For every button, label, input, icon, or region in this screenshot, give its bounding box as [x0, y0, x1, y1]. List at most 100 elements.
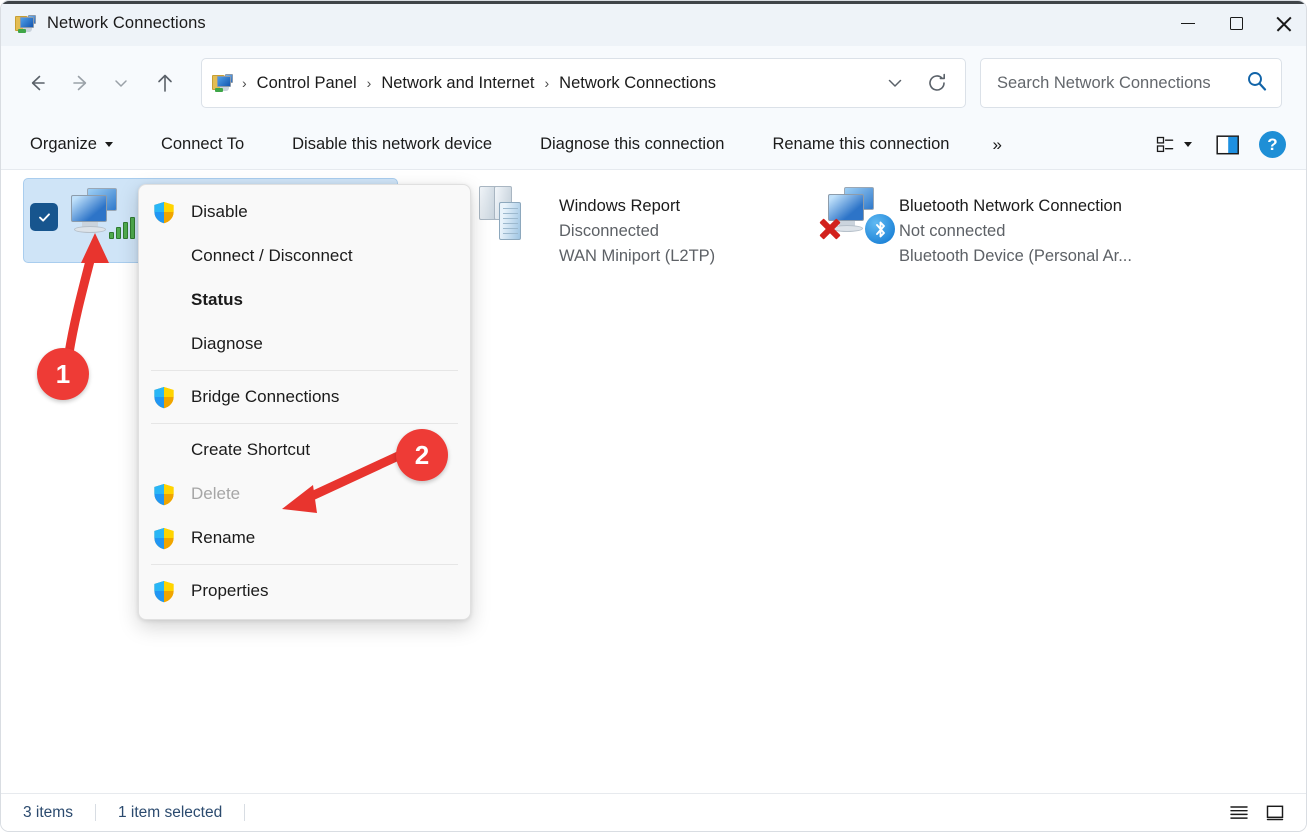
title-bar: Network Connections — [1, 1, 1307, 46]
maximize-button[interactable] — [1212, 1, 1260, 46]
network-connections-window: Network Connections — [0, 0, 1307, 832]
menu-item-label: Rename — [191, 528, 255, 548]
minimize-icon — [1181, 23, 1195, 25]
menu-separator — [151, 370, 458, 371]
breadcrumb-dropdown-button[interactable] — [875, 64, 915, 102]
connection-name: Windows Report — [559, 194, 715, 219]
recent-locations-button[interactable] — [105, 63, 137, 103]
bluetooth-icon — [865, 214, 895, 244]
breadcrumb-separator: › — [542, 75, 553, 91]
window-title: Network Connections — [47, 14, 206, 33]
menu-item-label: Properties — [191, 581, 268, 601]
help-button[interactable]: ? — [1259, 131, 1286, 158]
chevron-down-icon — [113, 75, 129, 91]
list-item[interactable]: Bluetooth Network Connection Not connect… — [811, 178, 1171, 263]
disable-network-device-button[interactable]: Disable this network device — [281, 128, 503, 161]
large-icons-view-button[interactable] — [1260, 799, 1290, 827]
menu-item-label: Status — [191, 290, 243, 310]
chevron-down-icon — [1184, 142, 1192, 147]
forward-button[interactable] — [61, 63, 101, 103]
menu-item-bridge-connections[interactable]: Bridge Connections — [139, 375, 470, 419]
selection-checkbox[interactable] — [30, 203, 58, 231]
connection-text-1: Windows Report Disconnected WAN Miniport… — [559, 184, 715, 269]
organize-button[interactable]: Organize — [19, 128, 124, 161]
view-options-button[interactable] — [1147, 128, 1201, 161]
menu-separator — [151, 423, 458, 424]
breadcrumb-bar[interactable]: › Control Panel › Network and Internet ›… — [201, 58, 966, 108]
network-folder-icon — [15, 14, 37, 34]
menu-item-label: Disable — [191, 202, 248, 222]
minimize-button[interactable] — [1164, 1, 1212, 46]
status-bar: 3 items 1 item selected — [1, 793, 1307, 831]
callout-badge-2: 2 — [396, 429, 448, 481]
connection-device: WAN Miniport (L2TP) — [559, 244, 715, 269]
menu-item-label: Delete — [191, 484, 240, 504]
uac-shield-icon — [153, 201, 191, 224]
menu-item-diagnose[interactable]: Diagnose — [139, 322, 470, 366]
uac-shield-icon — [153, 483, 191, 506]
back-button[interactable] — [17, 63, 57, 103]
organize-label: Organize — [30, 135, 97, 154]
breadcrumb-separator: › — [239, 75, 250, 91]
menu-item-status[interactable]: Status — [139, 278, 470, 322]
command-toolbar: Organize Connect To Disable this network… — [1, 120, 1307, 170]
breadcrumb-separator: › — [364, 75, 375, 91]
connection-text-2: Bluetooth Network Connection Not connect… — [899, 184, 1132, 269]
connect-to-button[interactable]: Connect To — [150, 128, 255, 161]
menu-separator — [151, 564, 458, 565]
breadcrumb-item-network-connections[interactable]: Network Connections — [552, 70, 723, 97]
network-adapter-icon — [60, 185, 136, 255]
view-mode-buttons — [1224, 799, 1290, 827]
connection-device: Bluetooth Device (Personal Ar... — [899, 244, 1132, 269]
menu-item-label: Diagnose — [191, 334, 263, 354]
menu-item-connect-disconnect[interactable]: Connect / Disconnect — [139, 234, 470, 278]
preview-pane-icon — [1216, 134, 1240, 156]
menu-item-label: Connect / Disconnect — [191, 246, 353, 266]
status-divider — [244, 804, 245, 821]
search-input[interactable] — [995, 73, 1235, 94]
chevron-down-icon — [105, 142, 113, 147]
arrow-right-icon — [70, 72, 92, 94]
window-controls — [1164, 1, 1307, 46]
uac-shield-icon — [153, 386, 191, 409]
connection-status: Disconnected — [559, 219, 715, 244]
menu-item-disable[interactable]: Disable — [139, 190, 470, 234]
connection-name: Bluetooth Network Connection — [899, 194, 1132, 219]
wan-miniport-icon — [477, 184, 553, 254]
menu-item-rename[interactable]: Rename — [139, 516, 470, 560]
details-view-button[interactable] — [1224, 799, 1254, 827]
search-icon[interactable] — [1246, 70, 1267, 96]
selection-count-label: 1 item selected — [118, 804, 222, 822]
toolbar-overflow-button[interactable]: » — [980, 129, 1013, 161]
layout-icon — [1156, 135, 1175, 154]
menu-item-properties[interactable]: Properties — [139, 569, 470, 613]
close-button[interactable] — [1260, 1, 1307, 46]
bluetooth-adapter-icon — [817, 184, 893, 254]
rename-connection-button[interactable]: Rename this connection — [761, 128, 960, 161]
breadcrumb-item-network-and-internet[interactable]: Network and Internet — [374, 70, 541, 97]
callout-badge-1: 1 — [37, 348, 89, 400]
item-count-label: 3 items — [23, 804, 73, 822]
arrow-up-icon — [154, 72, 176, 94]
preview-pane-button[interactable] — [1207, 127, 1249, 163]
address-bar: › Control Panel › Network and Internet ›… — [1, 46, 1307, 120]
diagnose-connection-button[interactable]: Diagnose this connection — [529, 128, 735, 161]
checkmark-icon — [37, 210, 52, 225]
breadcrumb-item-control-panel[interactable]: Control Panel — [250, 70, 364, 97]
window-top-accent — [1, 1, 1307, 4]
uac-shield-icon — [153, 527, 191, 550]
arrow-left-icon — [26, 72, 48, 94]
menu-item-label: Bridge Connections — [191, 387, 339, 407]
toolbar-right-group: ? — [1147, 127, 1307, 163]
search-box[interactable] — [980, 58, 1282, 108]
refresh-icon — [926, 72, 948, 94]
details-view-icon — [1229, 804, 1249, 822]
up-button[interactable] — [145, 63, 185, 103]
connection-status: Not connected — [899, 219, 1132, 244]
status-divider — [95, 804, 96, 821]
close-icon — [1276, 16, 1292, 32]
list-item[interactable]: Windows Report Disconnected WAN Miniport… — [471, 178, 811, 263]
menu-item-label: Create Shortcut — [191, 440, 310, 460]
disconnected-x-icon — [819, 218, 841, 240]
refresh-button[interactable] — [915, 64, 959, 102]
